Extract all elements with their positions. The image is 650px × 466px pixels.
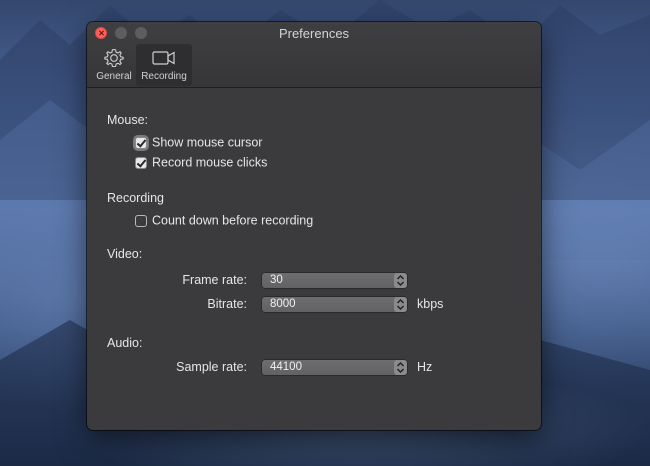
record-mouse-clicks-checkbox[interactable]: Record mouse clicks [135,155,267,171]
count-down-checkbox[interactable]: Count down before recording [135,213,313,229]
frame-rate-select[interactable]: 30 [261,272,408,289]
tab-recording[interactable]: Recording [136,44,192,86]
video-camera-icon [152,51,175,65]
checkbox-box[interactable] [135,156,147,169]
mouse-heading: Mouse: [107,113,148,127]
tab-general[interactable]: General [93,44,135,86]
sample-rate-label: Sample rate: [176,360,247,374]
recording-heading: Recording [107,191,164,205]
up-down-arrows-icon [394,360,407,375]
sample-rate-select[interactable]: 44100 [261,359,408,376]
count-down-label: Count down before recording [152,213,314,228]
show-mouse-cursor-label: Show mouse cursor [152,135,263,150]
gear-icon [104,48,124,68]
preferences-window: Preferences General Recording Mouse: Sho… [87,22,541,430]
tab-recording-label: Recording [141,71,187,82]
bitrate-select[interactable]: 8000 [261,296,408,313]
title-bar: Preferences General Recording [87,22,541,88]
sample-rate-value: 44100 [270,361,302,373]
audio-heading: Audio: [107,336,143,350]
tab-general-label: General [96,71,132,82]
up-down-arrows-icon [394,273,407,288]
window-title: Preferences [278,26,350,41]
frame-rate-label: Frame rate: [182,273,247,287]
record-mouse-clicks-label: Record mouse clicks [152,155,268,170]
sample-rate-unit: Hz [417,360,433,374]
show-mouse-cursor-checkbox[interactable]: Show mouse cursor [135,135,262,151]
preferences-content: Mouse: Show mouse cursor Record mouse cl… [87,88,541,430]
checkbox-box[interactable] [135,214,147,227]
checkbox-box[interactable] [135,136,147,149]
bitrate-value: 8000 [270,298,296,310]
bitrate-unit: kbps [417,297,444,311]
frame-rate-value: 30 [270,274,283,286]
video-heading: Video: [107,247,143,261]
bitrate-label: Bitrate: [207,297,247,311]
up-down-arrows-icon [394,297,407,312]
